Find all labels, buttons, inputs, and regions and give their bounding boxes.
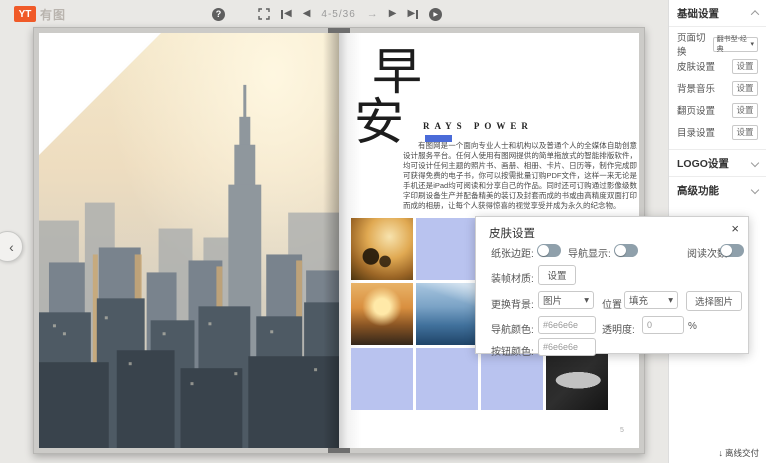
button-color-input[interactable]: [538, 338, 596, 356]
toolbar-icons: ? ◀ ◀ 4-5/36 → ▶ ▶ ▶: [212, 0, 442, 28]
row-flip-settings: 翻页设置 设置: [677, 99, 758, 121]
binding-material-button[interactable]: 设置: [538, 265, 576, 285]
grid-tile-blue: [416, 348, 478, 410]
skin-settings-button[interactable]: 设置: [732, 59, 758, 74]
logo-yt-icon: YT: [14, 6, 36, 22]
nav-display-toggle[interactable]: [614, 244, 638, 257]
help-icon[interactable]: ?: [212, 8, 225, 21]
page-title-char-2: 安: [354, 97, 404, 147]
page-title-char-1: 早: [372, 47, 422, 97]
autoplay-icon[interactable]: ▶: [429, 8, 442, 21]
grid-tile-ship-photo: [416, 283, 478, 345]
page-number: 5: [620, 427, 624, 434]
goto-page-icon[interactable]: →: [367, 8, 378, 20]
next-page-icon[interactable]: ▶: [389, 9, 397, 19]
flip-previous-button[interactable]: ‹: [0, 231, 23, 262]
first-page-icon[interactable]: ◀: [281, 9, 292, 19]
percent-sign: %: [688, 321, 697, 332]
row-toc-settings: 目录设置 设置: [677, 121, 758, 143]
toc-settings-button[interactable]: 设置: [732, 125, 758, 140]
page-subtitle: RAYS POWER: [423, 121, 533, 131]
change-background-label: 更换背景:: [491, 296, 534, 311]
fullscreen-icon[interactable]: [258, 8, 270, 20]
download-icon: ↓: [718, 448, 723, 458]
panel-title: 皮肤设置: [489, 225, 535, 241]
app-logo: YT 有图: [14, 6, 66, 23]
section-basic-settings[interactable]: 基础设置: [677, 0, 758, 26]
close-icon[interactable]: ×: [731, 222, 739, 235]
section-advanced-features[interactable]: 高级功能: [677, 177, 758, 203]
offline-delivery-label: 离线交付: [725, 447, 759, 459]
background-music-button[interactable]: 设置: [732, 81, 758, 96]
previous-page-icon[interactable]: ◀: [303, 9, 311, 19]
top-toolbar: YT 有图 ? ◀ ◀ 4-5/36 → ▶ ▶ ▶: [0, 0, 668, 28]
nav-color-label: 导航颜色:: [491, 321, 534, 336]
binding-material-label: 装帧材质:: [491, 270, 534, 285]
page-left-photo[interactable]: [39, 33, 339, 448]
grid-tile-gears-photo: [351, 218, 413, 280]
opacity-input[interactable]: [642, 316, 684, 334]
grid-tile-blue: [351, 348, 413, 410]
flip-settings-button[interactable]: 设置: [732, 103, 758, 118]
chevron-up-icon: [751, 10, 759, 18]
grid-tile-trophy-photo: [351, 283, 413, 345]
page-body-text: 有图网是一个面向专业人士和机构以及普通个人的全媒体自助创意设计服务平台。任何人使…: [403, 141, 637, 211]
button-color-label: 按钮颜色:: [491, 343, 534, 358]
page-indicator: 4-5/36: [321, 9, 355, 20]
background-type-select[interactable]: 图片▾: [538, 291, 594, 309]
grid-tile-blue: [416, 218, 478, 280]
brand-name: 有图: [40, 6, 66, 23]
nav-color-input[interactable]: [538, 316, 596, 334]
chevron-down-icon: [751, 159, 759, 167]
thumbnails-grid-icon[interactable]: [236, 9, 247, 20]
spine-shadow-left: [323, 33, 339, 448]
choose-image-button[interactable]: 选择图片: [686, 291, 742, 311]
read-count-toggle[interactable]: [720, 244, 744, 257]
skin-settings-panel: 皮肤设置 × 纸张边距: 导航显示: 阅读次数: 装帧材质: 设置 更换背景: …: [475, 216, 749, 354]
offline-delivery-link[interactable]: ↓ 离线交付: [718, 447, 759, 459]
last-page-icon[interactable]: ▶: [407, 9, 418, 19]
nav-display-label: 导航显示:: [568, 245, 611, 260]
paper-margin-toggle[interactable]: [537, 244, 561, 257]
opacity-label: 透明度:: [602, 321, 635, 336]
paper-margin-label: 纸张边距:: [491, 245, 534, 260]
row-background-music: 背景音乐 设置: [677, 77, 758, 99]
row-skin-settings: 皮肤设置 设置: [677, 55, 758, 77]
page-transition-select[interactable]: 翻书型-经典▾: [713, 37, 758, 52]
row-page-transition: 页面切换 翻书型-经典▾: [677, 33, 758, 55]
grid-tile-robot-hand-photo: [546, 348, 608, 410]
page-curl-corner[interactable]: [39, 33, 161, 155]
position-label: 位置: [602, 296, 622, 311]
chevron-down-icon: [751, 186, 759, 194]
position-select[interactable]: 填充▾: [624, 291, 678, 309]
section-logo-settings[interactable]: LOGO设置: [677, 150, 758, 176]
